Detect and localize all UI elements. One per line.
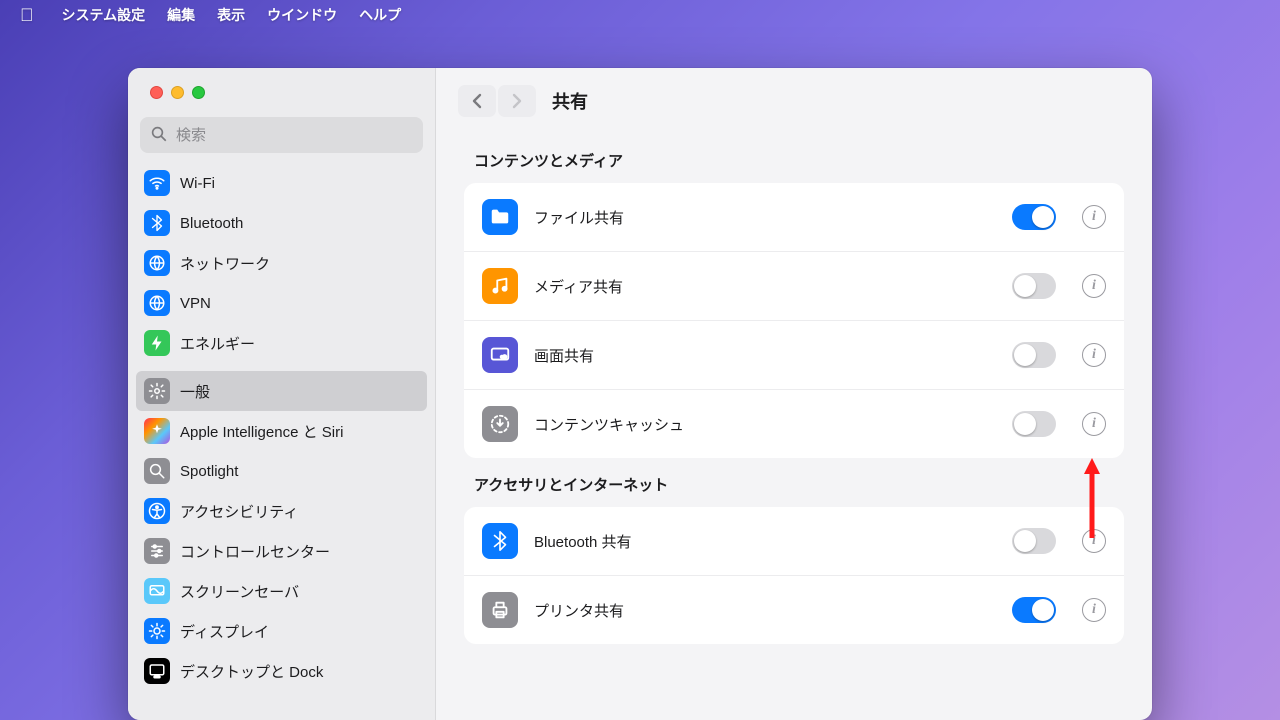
menubar:  システム設定 編集 表示 ウインドウ ヘルプ [0,0,1280,30]
sidebar: Wi-Fi Bluetooth ネットワーク VPN エネルギー一般 Apple Inte… [128,68,436,720]
section-title: アクセサリとインターネット [474,474,1124,495]
setting-row-screen-sharing: 画面共有 i [464,321,1124,390]
page-title: 共有 [552,88,588,114]
sidebar-item-label: アクセシビリティ [180,501,298,522]
sidebar-item-ss[interactable]: スクリーンセーバ [136,571,427,611]
gear-icon [144,378,170,404]
window-controls [128,68,435,99]
printer-icon [482,592,518,628]
close-button[interactable] [150,86,163,99]
sidebar-item-label: Apple Intelligence と Siri [180,421,343,442]
toggle-printer-sharing[interactable] [1012,597,1056,623]
settings-card: Bluetooth 共有 i プリンタ共有 i [464,507,1124,644]
setting-row-bt-sharing: Bluetooth 共有 i [464,507,1124,576]
sidebar-item-label: Spotlight [180,463,238,480]
content-pane: 共有 コンテンツとメディアファイル共有iメディア共有i画面共有iコンテンツキャッ… [436,68,1152,720]
toggle-bt-sharing[interactable] [1012,528,1056,554]
sidebar-item-label: ネットワーク [180,253,270,274]
section-title: コンテンツとメディア [474,150,1124,171]
setting-row-label: プリンタ共有 [534,600,996,621]
sidebar-item-label: デスクトップと Dock [180,661,323,682]
toggle-screen-sharing[interactable] [1012,342,1056,368]
sidebar-item-label: コントロールセンター [180,541,330,562]
minimize-button[interactable] [171,86,184,99]
setting-row-label: ファイル共有 [534,207,996,228]
sparkle-icon [144,418,170,444]
download-icon [482,406,518,442]
setting-row-media-sharing: メディア共有 i [464,252,1124,321]
toggle-content-cache[interactable] [1012,411,1056,437]
globe-icon [144,250,170,276]
sidebar-item-ai-siri[interactable]: Apple Intelligence と Siri [136,411,427,451]
sidebar-item-label: Bluetooth [180,215,243,232]
forward-button[interactable] [498,85,536,117]
sidebar-item-label: エネルギー [180,333,255,354]
search-input[interactable] [140,117,423,153]
setting-row-label: メディア共有 [534,276,996,297]
sidebar-item-label: Wi-Fi [180,175,215,192]
menubar-item-window[interactable]: ウインドウ [267,5,337,25]
sun-icon [144,618,170,644]
settings-window: Wi-Fi Bluetooth ネットワーク VPN エネルギー一般 Apple Inte… [128,68,1152,720]
setting-row-label: 画面共有 [534,345,996,366]
search-icon [144,458,170,484]
sliders-icon [144,538,170,564]
sidebar-item-label: ディスプレイ [180,621,269,642]
bluetooth-icon [144,210,170,236]
sidebar-item-wifi[interactable]: Wi-Fi [136,163,427,203]
back-button[interactable] [458,85,496,117]
setting-row-label: Bluetooth 共有 [534,531,996,552]
titlebar: 共有 [436,68,1152,134]
info-button-media-sharing[interactable]: i [1082,274,1106,298]
screensaver-icon [144,578,170,604]
folder-icon [482,199,518,235]
sidebar-item-cc[interactable]: コントロールセンター [136,531,427,571]
menubar-app-name[interactable]: システム設定 [62,5,146,25]
info-button-bt-sharing[interactable]: i [1082,529,1106,553]
sidebar-item-spotlight[interactable]: Spotlight [136,451,427,491]
bluetooth-icon [482,523,518,559]
info-button-printer-sharing[interactable]: i [1082,598,1106,622]
sidebar-list: Wi-Fi Bluetooth ネットワーク VPN エネルギー一般 Apple Inte… [128,163,435,720]
sidebar-item-network[interactable]: ネットワーク [136,243,427,283]
music-icon [482,268,518,304]
sidebar-item-display[interactable]: ディスプレイ [136,611,427,651]
toggle-media-sharing[interactable] [1012,273,1056,299]
info-button-screen-sharing[interactable]: i [1082,343,1106,367]
sidebar-item-bluetooth[interactable]: Bluetooth [136,203,427,243]
setting-row-label: コンテンツキャッシュ [534,414,996,435]
sidebar-item-label: VPN [180,295,211,312]
a11y-icon [144,498,170,524]
settings-card: ファイル共有 i メディア共有 i 画面共有 i コンテンツキャッシュ i [464,183,1124,458]
dock-icon [144,658,170,684]
setting-row-printer-sharing: プリンタ共有 i [464,576,1124,644]
sidebar-item-label: スクリーンセーバ [180,581,299,602]
info-button-content-cache[interactable]: i [1082,412,1106,436]
info-button-file-sharing[interactable]: i [1082,205,1106,229]
menubar-item-edit[interactable]: 編集 [167,5,195,25]
wifi-icon [144,170,170,196]
sidebar-item-vpn[interactable]: VPN [136,283,427,323]
setting-row-file-sharing: ファイル共有 i [464,183,1124,252]
search-icon [150,125,168,143]
sidebar-item-a11y[interactable]: アクセシビリティ [136,491,427,531]
bolt-icon [144,330,170,356]
screen-icon [482,337,518,373]
sidebar-item-label: 一般 [180,381,210,402]
zoom-button[interactable] [192,86,205,99]
sidebar-item-energy[interactable]: エネルギー [136,323,427,363]
content-scroll[interactable]: コンテンツとメディアファイル共有 i メディア共有 i 画面共有 i コンテンツキャッシュ i… [436,134,1152,720]
menubar-item-help[interactable]: ヘルプ [359,5,401,25]
menubar-item-view[interactable]: 表示 [217,5,245,25]
sidebar-item-general[interactable]: 一般 [136,371,427,411]
setting-row-content-cache: コンテンツキャッシュ i [464,390,1124,458]
sidebar-item-dock[interactable]: デスクトップと Dock [136,651,427,691]
globe-icon [144,290,170,316]
toggle-file-sharing[interactable] [1012,204,1056,230]
apple-menu-icon[interactable]:  [20,5,34,26]
